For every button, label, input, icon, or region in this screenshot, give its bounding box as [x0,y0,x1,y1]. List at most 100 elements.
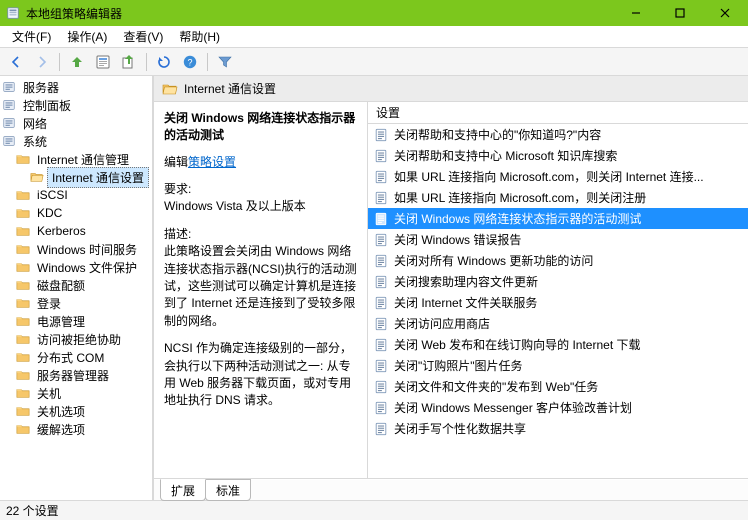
content-pane: Internet 通信设置 关闭 Windows 网络连接状态指示器的活动测试 … [154,76,748,500]
tree-item[interactable]: 服务器管理器 [0,366,152,384]
list-row[interactable]: 关闭搜索助理内容文件更新 [368,271,748,292]
toolbar-separator [146,53,147,71]
folder-icon [16,296,30,310]
properties-button[interactable] [91,51,115,73]
export-button[interactable] [117,51,141,73]
edit-label: 编辑 [164,155,188,169]
tree-item[interactable]: 控制面板 [0,96,152,114]
list-row[interactable]: 如果 URL 连接指向 Microsoft.com，则关闭 Internet 连… [368,166,748,187]
policy-icon [374,380,388,394]
list-header[interactable]: 设置 [368,102,748,124]
node-icon [2,80,16,94]
tree-item-label: 服务器管理器 [33,366,113,385]
tree-item[interactable]: 服务器 [0,78,152,96]
list-body[interactable]: 关闭帮助和支持中心的"你知道吗?"内容关闭帮助和支持中心 Microsoft 知… [368,124,748,478]
list-pane: 设置 关闭帮助和支持中心的"你知道吗?"内容关闭帮助和支持中心 Microsof… [368,102,748,478]
folder-icon [16,332,30,346]
close-button[interactable] [702,0,748,26]
maximize-button[interactable] [658,0,702,26]
help-button[interactable] [178,51,202,73]
policy-icon [374,359,388,373]
tree-item[interactable]: 登录 [0,294,152,312]
forward-button[interactable] [30,51,54,73]
description-p1: 此策略设置会关闭由 Windows 网络连接状态指示器(NCSI)执行的活动测试… [164,243,357,330]
menu-help[interactable]: 帮助(H) [171,26,228,47]
list-row-label: 关闭 Windows 网络连接状态指示器的活动测试 [394,210,641,227]
list-row-label: 关闭搜索助理内容文件更新 [394,273,538,290]
toolbar-separator [207,53,208,71]
toolbar-separator [59,53,60,71]
folder-icon [16,386,30,400]
menu-file[interactable]: 文件(F) [4,26,59,47]
list-row-label: 关闭访问应用商店 [394,315,490,332]
content-header: Internet 通信设置 [154,76,748,102]
folder-icon [16,314,30,328]
tab-standard[interactable]: 标准 [205,479,251,501]
list-row-label: 关闭对所有 Windows 更新功能的访问 [394,252,593,269]
tree-item-label: Windows 文件保护 [33,258,141,277]
tree-item[interactable]: Windows 时间服务 [0,240,152,258]
back-button[interactable] [4,51,28,73]
tree-item[interactable]: Internet 通信管理 [0,150,152,168]
policy-icon [374,149,388,163]
tree-item[interactable]: 分布式 COM [0,348,152,366]
filter-button[interactable] [213,51,237,73]
tree-item[interactable]: Windows 文件保护 [0,258,152,276]
tab-extended[interactable]: 扩展 [160,479,206,501]
refresh-button[interactable] [152,51,176,73]
list-row-label: 如果 URL 连接指向 Microsoft.com，则关闭 Internet 连… [394,168,704,185]
menu-action[interactable]: 操作(A) [59,26,115,47]
tree-item[interactable]: 电源管理 [0,312,152,330]
tree-item[interactable]: iSCSI [0,186,152,204]
edit-policy-link[interactable]: 策略设置 [188,155,236,169]
tree-item[interactable]: Kerberos [0,222,152,240]
tree-item-label: 网络 [19,114,51,133]
policy-icon [374,254,388,268]
list-row[interactable]: 关闭 Windows 错误报告 [368,229,748,250]
tree-pane[interactable]: 服务器控制面板网络系统Internet 通信管理Internet 通信设置iSC… [0,76,154,500]
minimize-button[interactable] [614,0,658,26]
tree-item-label: KDC [33,205,66,221]
list-row[interactable]: 关闭 Windows 网络连接状态指示器的活动测试 [368,208,748,229]
list-row[interactable]: 关闭"订购照片"图片任务 [368,355,748,376]
tree-item[interactable]: 系统 [0,132,152,150]
tree-item[interactable]: 网络 [0,114,152,132]
policy-icon [374,212,388,226]
requirements-label: 要求: [164,181,357,198]
tree-item-label: 磁盘配额 [33,276,89,295]
policy-icon [374,191,388,205]
list-row[interactable]: 关闭手写个性化数据共享 [368,418,748,439]
list-row[interactable]: 关闭 Internet 文件关联服务 [368,292,748,313]
tree-item-label: 关机选项 [33,402,89,421]
list-row[interactable]: 关闭帮助和支持中心的"你知道吗?"内容 [368,124,748,145]
list-row[interactable]: 关闭对所有 Windows 更新功能的访问 [368,250,748,271]
tree-item[interactable]: 访问被拒绝协助 [0,330,152,348]
tree-item[interactable]: 磁盘配额 [0,276,152,294]
status-text: 22 个设置 [6,502,59,519]
tree-item[interactable]: 关机选项 [0,402,152,420]
list-row[interactable]: 关闭 Windows Messenger 客户体验改善计划 [368,397,748,418]
node-icon [2,116,16,130]
tree-item[interactable]: 缓解选项 [0,420,152,438]
policy-icon [374,422,388,436]
app-icon [6,6,20,20]
policy-icon [374,338,388,352]
titlebar: 本地组策略编辑器 [0,0,748,26]
menu-view[interactable]: 查看(V) [115,26,171,47]
tree-item-label: iSCSI [33,187,72,203]
folder-icon [16,278,30,292]
content-title: Internet 通信设置 [184,80,276,97]
folder-icon [16,242,30,256]
list-row[interactable]: 如果 URL 连接指向 Microsoft.com，则关闭注册 [368,187,748,208]
list-row[interactable]: 关闭文件和文件夹的"发布到 Web"任务 [368,376,748,397]
tree-item[interactable]: 关机 [0,384,152,402]
list-row[interactable]: 关闭 Web 发布和在线订购向导的 Internet 下载 [368,334,748,355]
tree-item[interactable]: KDC [0,204,152,222]
list-row[interactable]: 关闭访问应用商店 [368,313,748,334]
list-row[interactable]: 关闭帮助和支持中心 Microsoft 知识库搜索 [368,145,748,166]
policy-icon [374,296,388,310]
tree-item[interactable]: Internet 通信设置 [0,168,152,186]
policy-icon [374,128,388,142]
up-button[interactable] [65,51,89,73]
tree-item-label: Internet 通信设置 [47,167,149,188]
